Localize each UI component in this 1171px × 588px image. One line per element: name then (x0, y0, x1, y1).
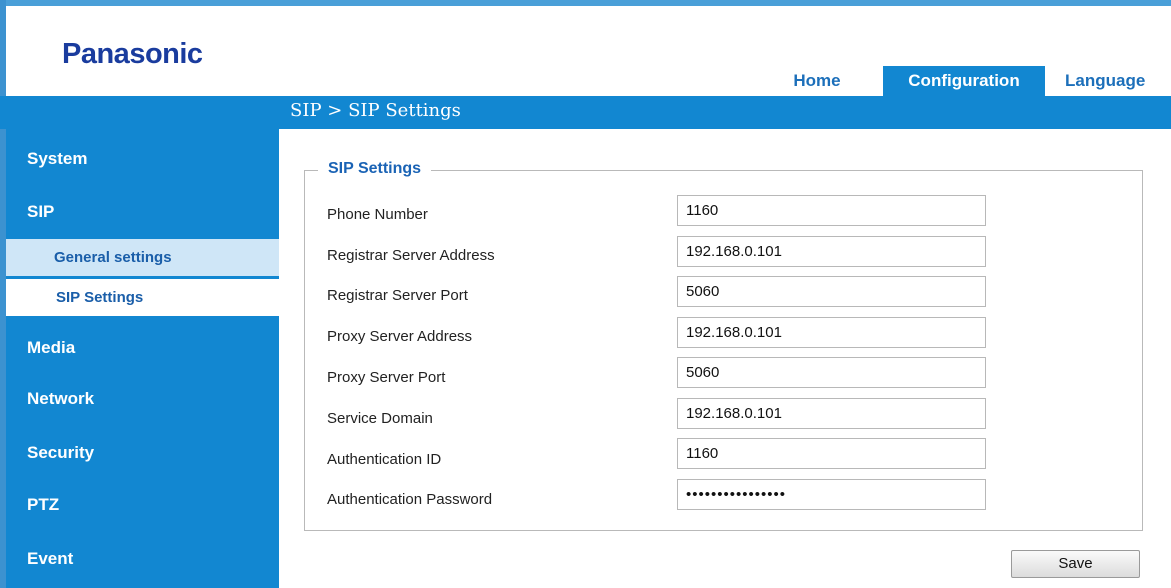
proxy-server-address-label: Proxy Server Address (327, 328, 473, 345)
sidebar-item-media[interactable]: Media (6, 338, 279, 358)
breadcrumb: SIP > SIP Settings (290, 100, 461, 121)
sidebar-item-security[interactable]: Security (6, 443, 279, 463)
authentication-password-field[interactable]: •••••••••••••••• (677, 479, 986, 510)
sidebar-item-sip[interactable]: SIP (6, 202, 279, 222)
window-top-border (0, 0, 1171, 6)
sidebar-item-event[interactable]: Event (6, 549, 279, 569)
phone-number-field[interactable]: 1160 (677, 195, 986, 226)
service-domain-label: Service Domain (327, 410, 433, 427)
authentication-id-field[interactable]: 1160 (677, 438, 986, 469)
authentication-id-label: Authentication ID (327, 451, 442, 468)
phone-number-label: Phone Number (327, 206, 428, 223)
authentication-password-label: Authentication Password (327, 491, 493, 508)
breadcrumb-bar (0, 96, 1171, 129)
registrar-server-port-field[interactable]: 5060 (677, 276, 986, 307)
sidebar: System SIP General settings SIP Settings… (6, 129, 279, 588)
registrar-server-port-label: Registrar Server Port (327, 287, 468, 304)
sidebar-item-ptz[interactable]: PTZ (6, 495, 279, 515)
proxy-server-port-field[interactable]: 5060 (677, 357, 986, 388)
registrar-server-address-field[interactable]: 192.168.0.101 (677, 236, 986, 267)
sidebar-item-system[interactable]: System (6, 149, 279, 169)
save-button[interactable]: Save (1011, 550, 1140, 578)
tab-configuration[interactable]: Configuration (883, 66, 1045, 96)
sidebar-item-sip-settings[interactable]: SIP Settings (6, 279, 279, 316)
panasonic-logo: Panasonic (62, 38, 203, 70)
sidebar-item-network[interactable]: Network (6, 389, 279, 409)
proxy-server-port-label: Proxy Server Port (327, 369, 446, 386)
registrar-server-address-label: Registrar Server Address (327, 247, 495, 264)
service-domain-field[interactable]: 192.168.0.101 (677, 398, 986, 429)
proxy-server-address-field[interactable]: 192.168.0.101 (677, 317, 986, 348)
tab-home[interactable]: Home (762, 66, 872, 96)
panel-legend: SIP Settings (318, 160, 432, 178)
sidebar-item-general-settings[interactable]: General settings (6, 239, 279, 276)
tab-language[interactable]: Language (1057, 66, 1171, 96)
